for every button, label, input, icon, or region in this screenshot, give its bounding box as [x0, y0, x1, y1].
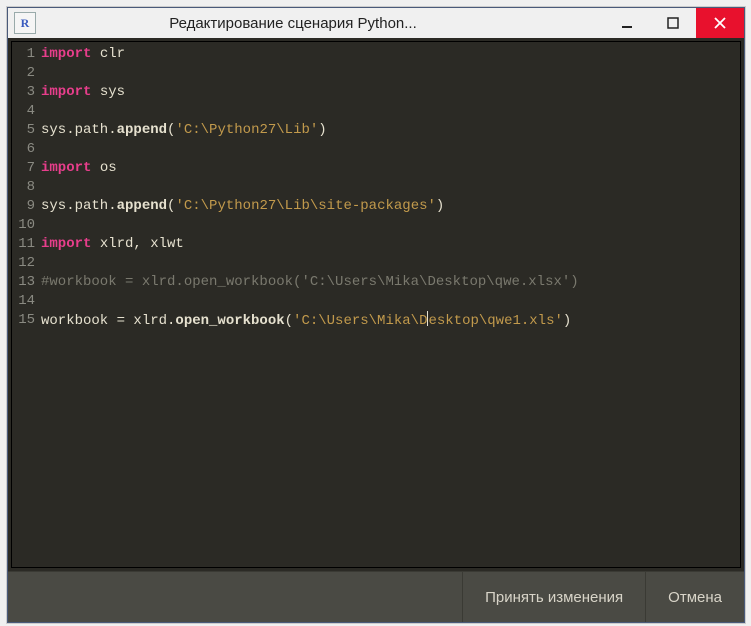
code-token: clr — [91, 46, 125, 62]
code-token: #workbook = xlrd.open_workbook('C:\Users… — [41, 274, 579, 290]
code-line[interactable]: sys.path.append('C:\Python27\Lib\site-pa… — [41, 197, 740, 216]
close-button[interactable] — [696, 8, 744, 38]
line-number: 9 — [14, 197, 35, 216]
code-token: import — [41, 160, 91, 176]
code-line[interactable] — [41, 102, 740, 121]
code-token: workbook = xlrd. — [41, 313, 175, 329]
window-title: Редактирование сценария Python... — [0, 15, 604, 32]
line-number: 4 — [14, 102, 35, 121]
code-token: ) — [563, 313, 571, 329]
line-number: 5 — [14, 121, 35, 140]
code-line[interactable] — [41, 292, 740, 311]
code-line[interactable]: import os — [41, 159, 740, 178]
line-number: 1 — [14, 45, 35, 64]
code-line[interactable]: import xlrd, xlwt — [41, 235, 740, 254]
code-line[interactable] — [41, 254, 740, 273]
code-token: append — [117, 122, 167, 138]
minimize-icon — [621, 17, 633, 29]
code-token: ) — [318, 122, 326, 138]
code-line[interactable]: workbook = xlrd.open_workbook('C:\Users\… — [41, 311, 740, 331]
code-line[interactable] — [41, 178, 740, 197]
code-line[interactable]: import sys — [41, 83, 740, 102]
code-token: append — [117, 198, 167, 214]
code-token: xlrd, xlwt — [91, 236, 183, 252]
code-token: ( — [285, 313, 293, 329]
line-number: 7 — [14, 159, 35, 178]
maximize-button[interactable] — [650, 8, 696, 38]
line-number-gutter: 123456789101112131415 — [12, 42, 39, 567]
code-token: import — [41, 46, 91, 62]
line-number: 14 — [14, 292, 35, 311]
line-number: 12 — [14, 254, 35, 273]
line-number: 13 — [14, 273, 35, 292]
line-number: 11 — [14, 235, 35, 254]
line-number: 3 — [14, 83, 35, 102]
code-token: import — [41, 236, 91, 252]
code-line[interactable] — [41, 140, 740, 159]
code-token: esktop\qwe1.xls' — [428, 313, 562, 329]
line-number: 10 — [14, 216, 35, 235]
code-token: os — [91, 160, 116, 176]
window-buttons — [604, 8, 744, 38]
code-token: sys.path. — [41, 122, 117, 138]
close-icon — [714, 17, 726, 29]
accept-button[interactable]: Принять изменения — [462, 572, 645, 622]
titlebar[interactable]: R Редактирование сценария Python... — [8, 8, 744, 38]
code-line[interactable] — [41, 64, 740, 83]
code-token: 'C:\Python27\Lib' — [175, 122, 318, 138]
code-line[interactable]: import clr — [41, 45, 740, 64]
code-line[interactable]: sys.path.append('C:\Python27\Lib') — [41, 121, 740, 140]
code-line[interactable] — [41, 216, 740, 235]
code-editor[interactable]: 123456789101112131415 import clr import … — [11, 41, 741, 568]
maximize-icon — [667, 17, 679, 29]
code-token: 'C:\Users\Mika\D — [293, 313, 427, 329]
code-token: ) — [436, 198, 444, 214]
line-number: 2 — [14, 64, 35, 83]
minimize-button[interactable] — [604, 8, 650, 38]
dialog-footer: Принять изменения Отмена — [8, 571, 744, 622]
code-token: open_workbook — [175, 313, 284, 329]
code-line[interactable]: #workbook = xlrd.open_workbook('C:\Users… — [41, 273, 740, 292]
code-token: sys.path. — [41, 198, 117, 214]
line-number: 6 — [14, 140, 35, 159]
python-editor-window: R Редактирование сценария Python... 1234… — [7, 7, 745, 623]
code-token: 'C:\Python27\Lib\site-packages' — [175, 198, 435, 214]
cancel-button[interactable]: Отмена — [645, 572, 744, 622]
code-area[interactable]: import clr import sys sys.path.append('C… — [39, 42, 740, 567]
line-number: 15 — [14, 311, 35, 330]
code-token: sys — [91, 84, 125, 100]
code-token: import — [41, 84, 91, 100]
line-number: 8 — [14, 178, 35, 197]
